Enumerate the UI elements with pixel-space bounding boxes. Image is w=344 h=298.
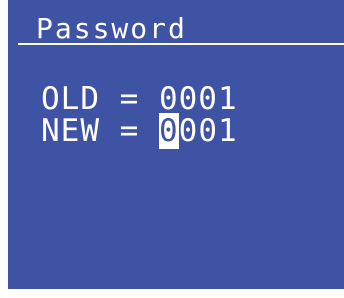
- title-underline: [18, 43, 344, 45]
- new-password-label: NEW =: [41, 113, 159, 149]
- new-password-remaining-digits: 001: [178, 113, 238, 149]
- lcd-screen: Password OLD = 0001 NEW = 0001: [8, 0, 344, 289]
- new-password-line[interactable]: NEW = 0001: [41, 113, 238, 149]
- selected-digit-cursor[interactable]: 0: [158, 113, 179, 149]
- old-password-line: OLD = 0001: [41, 81, 238, 117]
- screen-title: Password: [36, 12, 187, 45]
